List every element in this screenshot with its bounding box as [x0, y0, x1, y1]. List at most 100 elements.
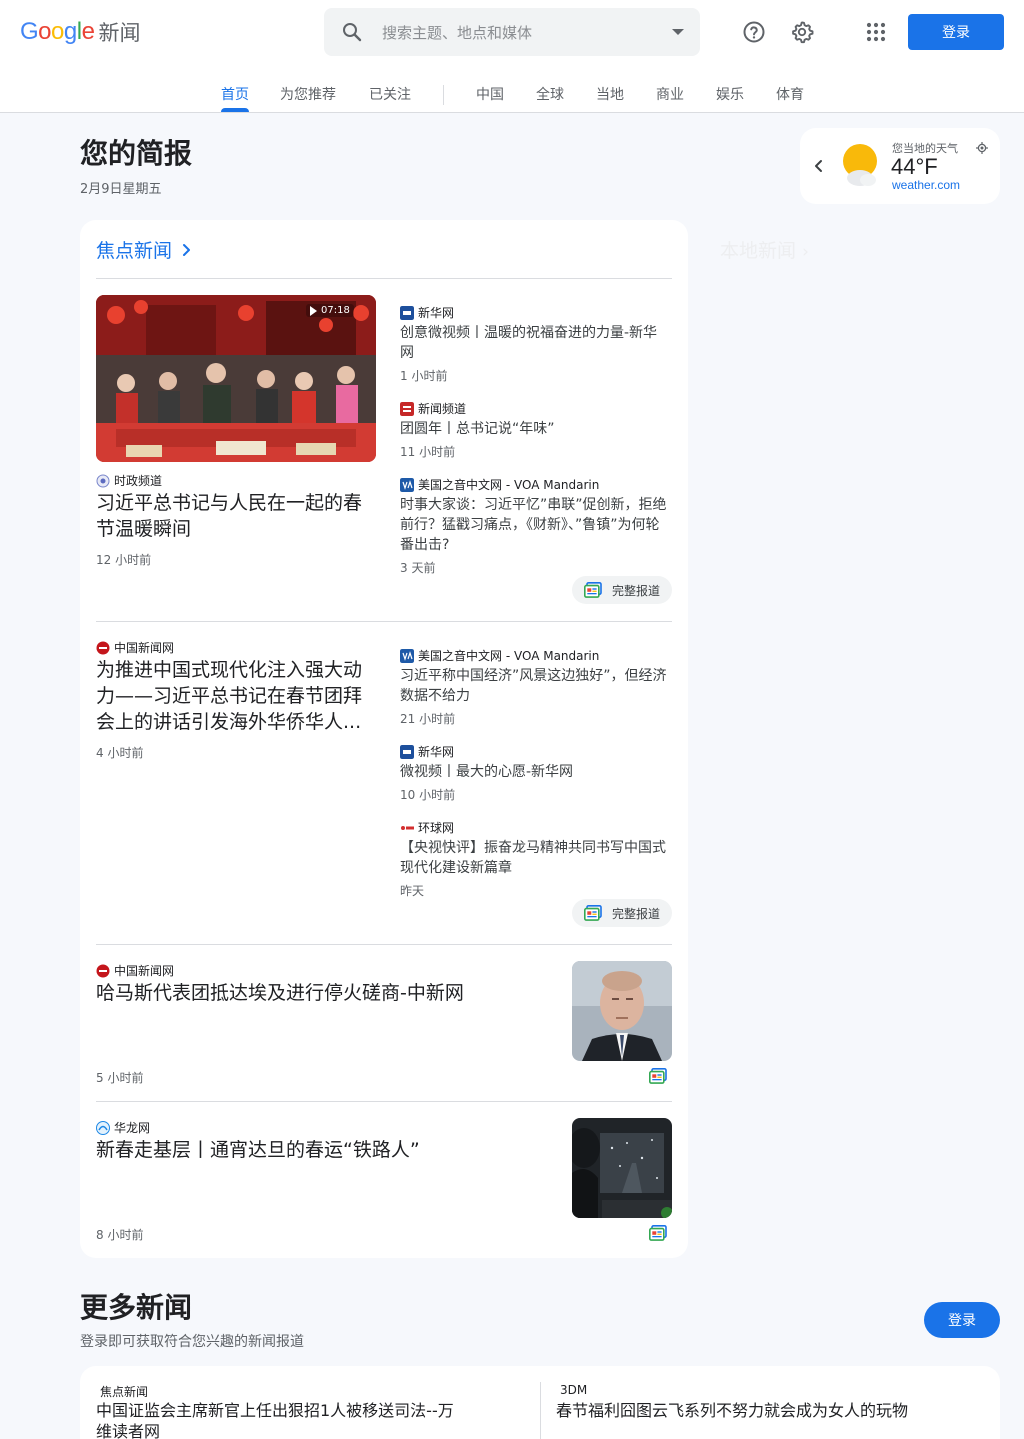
weather-source-link[interactable]: weather.com [892, 178, 960, 192]
tab-home[interactable]: 首页 [221, 84, 249, 104]
article-thumbnail[interactable] [572, 961, 672, 1061]
search-dropdown-icon[interactable] [672, 29, 684, 35]
source-name: 3DM [560, 1383, 588, 1397]
full-coverage-icon[interactable] [649, 1068, 667, 1084]
top-stories-card: 焦点新闻 07:18 时政频道 习近平总书记与人民在一起的春节温暖瞬间 12 小… [80, 220, 688, 1258]
voa-favicon-icon [400, 477, 414, 492]
apps-grid-icon[interactable] [864, 20, 888, 44]
voa-favicon-icon [400, 648, 414, 663]
article-time: 12 小时前 [96, 553, 152, 567]
article-time: 4 小时前 [96, 746, 144, 760]
weather-temperature: 44°F [891, 154, 938, 179]
source-name: 新华网 [418, 745, 455, 759]
google-wordmark: Google [20, 18, 95, 45]
settings-gear-icon[interactable] [790, 20, 814, 44]
local-news-heading[interactable]: 本地新闻 › [720, 236, 809, 263]
active-tab-indicator [221, 108, 249, 112]
tab-sports[interactable]: 体育 [776, 84, 804, 104]
source-name: 美国之音中文网 - VOA Mandarin [418, 478, 600, 492]
top-bar: Google 新闻 搜索主题、地点和媒体 登录 [0, 0, 1024, 64]
tab-entertainment[interactable]: 娱乐 [716, 84, 744, 104]
hualong-favicon-icon [96, 1120, 110, 1135]
headline-link[interactable]: 团圆年丨总书记说“年味” [400, 419, 670, 439]
tab-china[interactable]: 中国 [476, 84, 504, 104]
headline-link[interactable]: 哈马斯代表团抵达埃及进行停火磋商-中新网 [96, 980, 546, 1006]
tab-business[interactable]: 商业 [656, 84, 684, 104]
search-placeholder[interactable]: 搜索主题、地点和媒体 [382, 22, 532, 43]
source-name: 时政频道 [114, 474, 163, 488]
tab-following[interactable]: 已关注 [369, 84, 411, 104]
chevron-left-icon[interactable] [812, 157, 826, 175]
article-source[interactable]: 美国之音中文网 - VOA Mandarin [400, 476, 599, 493]
more-news-login-button[interactable]: 登录 [924, 1302, 1000, 1338]
briefing-date: 2月9日星期五 [80, 182, 162, 197]
chinanews-favicon-icon [96, 641, 110, 654]
nav-divider [443, 85, 444, 105]
headline-link[interactable]: 中国证监会主席新官上任出狠招1人被移送司法--万维读者网 [96, 1400, 456, 1439]
full-coverage-button[interactable]: 完整报道 [572, 899, 673, 927]
headline-link[interactable]: 微视频丨最大的心愿-新华网 [400, 762, 670, 782]
article-source[interactable]: 时政频道 [96, 472, 162, 489]
article-time: 8 小时前 [96, 1228, 144, 1242]
article-source[interactable]: 新闻频道 [400, 400, 466, 417]
article-source[interactable]: 新华网 [400, 743, 454, 760]
article-time: 21 小时前 [400, 712, 456, 726]
headline-link[interactable]: 习近平称中国经济”风景这边独好”，但经济数据不给力 [400, 666, 670, 706]
headline-link[interactable]: 春节福利囧图云飞系列不努力就会成为女人的玩物 [556, 1400, 916, 1421]
more-news-subtitle: 登录即可获取符合您兴趣的新闻报道 [80, 1334, 304, 1350]
video-duration-badge: 07:18 [306, 304, 354, 317]
article-source[interactable]: 新华网 [400, 304, 454, 321]
headline-link[interactable]: 创意微视频丨温暖的祝福奋进的力量-新华网 [400, 323, 670, 363]
headline-link[interactable]: 【央视快评】振奋龙马精神共同书写中国式现代化建设新篇章 [400, 838, 670, 878]
login-button[interactable]: 登录 [908, 14, 1004, 50]
hero-scene-image [96, 295, 376, 462]
article-time: 11 小时前 [400, 445, 456, 459]
source-favicon-icon [96, 474, 110, 487]
article-source[interactable]: 华龙网 [96, 1119, 150, 1136]
top-stories-heading[interactable]: 焦点新闻 [96, 236, 194, 263]
source-name: 环球网 [418, 821, 455, 835]
full-coverage-button[interactable]: 完整报道 [572, 576, 673, 604]
top-stories-label: 焦点新闻 [96, 240, 173, 262]
article-source[interactable]: 环球网 [400, 819, 454, 836]
google-news-logo[interactable]: Google 新闻 [20, 16, 140, 48]
headline-link[interactable]: 时事大家谈：习近平忆”串联”促创新，拒绝前行？猛戳习痛点，《财新》、”鲁镇”为何… [400, 495, 670, 555]
page-title: 您的简报 [80, 137, 193, 170]
article-source[interactable]: 3DM [560, 1383, 587, 1397]
weather-card[interactable]: 您当地的天气 44°F weather.com [800, 128, 1000, 204]
article-source[interactable]: 焦点新闻 [100, 1383, 148, 1400]
article-source[interactable]: 中国新闻网 [96, 962, 174, 979]
hero-video-thumbnail[interactable] [96, 295, 376, 462]
article-time: 昨天 [400, 884, 425, 898]
full-coverage-icon [584, 582, 602, 598]
play-icon [310, 305, 317, 316]
more-news-card: 焦点新闻 中国证监会主席新官上任出狠招1人被移送司法--万维读者网 3DM 春节… [80, 1366, 1000, 1439]
more-news-title: 更多新闻 [80, 1291, 193, 1324]
section-divider [96, 944, 672, 945]
train-cab-image [572, 1118, 672, 1218]
article-time: 10 小时前 [400, 788, 456, 802]
video-duration: 07:18 [321, 305, 350, 316]
search-icon [343, 23, 362, 42]
full-coverage-label: 完整报道 [612, 583, 661, 598]
headline-link[interactable]: 为推进中国式现代化注入强大动力——习近平总书记在春节团拜会上的讲话引发海外华侨华… [96, 657, 380, 735]
headline-link[interactable]: 新春走基层丨通宵达旦的春运“铁路人” [96, 1137, 546, 1163]
xinhua-favicon-icon [400, 305, 414, 320]
partly-cloudy-icon [843, 144, 877, 186]
huanqiu-favicon-icon [401, 825, 414, 830]
location-icon[interactable] [976, 142, 988, 154]
source-name: 中国新闻网 [114, 641, 175, 655]
logo-suffix: 新闻 [98, 21, 141, 45]
article-source[interactable]: 美国之音中文网 - VOA Mandarin [400, 647, 599, 664]
tab-for-you[interactable]: 为您推荐 [280, 84, 336, 104]
article-source[interactable]: 中国新闻网 [96, 639, 174, 656]
search-box[interactable]: 搜索主题、地点和媒体 [324, 8, 700, 56]
help-icon[interactable] [742, 20, 766, 44]
article-thumbnail[interactable] [572, 1118, 672, 1218]
tab-world[interactable]: 全球 [536, 84, 564, 104]
tab-local[interactable]: 当地 [596, 84, 624, 104]
source-name: 新闻频道 [418, 402, 467, 416]
full-coverage-icon[interactable] [649, 1225, 667, 1241]
headline-link[interactable]: 习近平总书记与人民在一起的春节温暖瞬间 [96, 490, 380, 542]
source-name: 焦点新闻 [100, 1385, 149, 1399]
